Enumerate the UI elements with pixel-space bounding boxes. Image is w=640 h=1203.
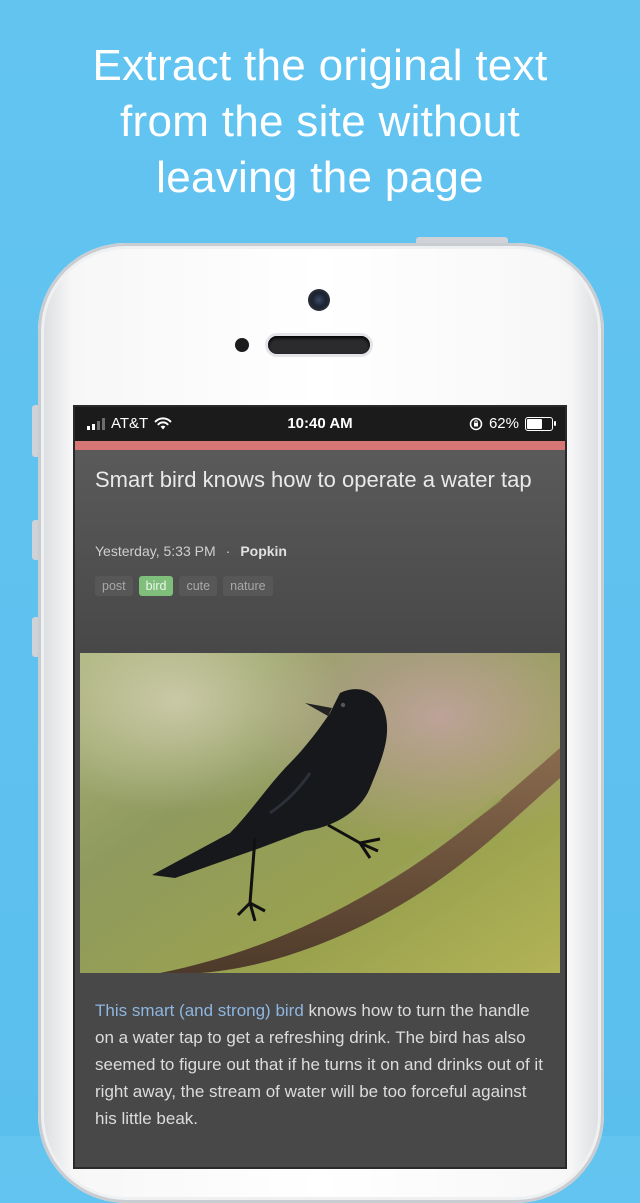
article-author[interactable]: Popkin — [240, 543, 287, 559]
article-body-link[interactable]: This smart (and strong) bird — [95, 1001, 304, 1020]
article-body-text: knows how to turn the handle on a water … — [95, 1001, 543, 1128]
tag-cute[interactable]: cute — [179, 576, 218, 596]
article-body: This smart (and strong) bird knows how t… — [95, 997, 550, 1132]
article-date: Yesterday, 5:33 PM — [95, 543, 216, 559]
phone-screen: AT&T 10:40 AM 62% Smart bird knows how t… — [75, 407, 565, 1167]
tag-list: post bird cute nature — [95, 576, 273, 596]
tag-bird[interactable]: bird — [138, 576, 174, 596]
promo-headline-line-1: Extract the original text — [92, 41, 548, 90]
promo-headline-line-3: leaving the page — [156, 153, 484, 202]
article-photo — [80, 653, 560, 973]
article-title: Smart bird knows how to operate a water … — [95, 467, 532, 492]
tag-nature[interactable]: nature — [223, 576, 273, 596]
promo-headline-line-2: from the site without — [119, 97, 521, 146]
meta-separator: · — [225, 543, 231, 559]
battery-icon — [525, 416, 556, 431]
front-camera — [308, 289, 330, 311]
status-bar: AT&T 10:40 AM 62% — [75, 407, 565, 441]
accent-strip — [75, 441, 565, 450]
orientation-lock-icon — [469, 417, 483, 430]
tag-post[interactable]: post — [95, 576, 133, 596]
status-right: 62% — [469, 415, 556, 432]
proximity-sensor — [235, 338, 249, 352]
battery-percentage: 62% — [488, 415, 519, 432]
promo-headline: Extract the original text from the site … — [0, 38, 640, 206]
article-meta: Yesterday, 5:33 PM · Popkin — [95, 543, 287, 559]
earpiece-speaker — [268, 336, 370, 354]
